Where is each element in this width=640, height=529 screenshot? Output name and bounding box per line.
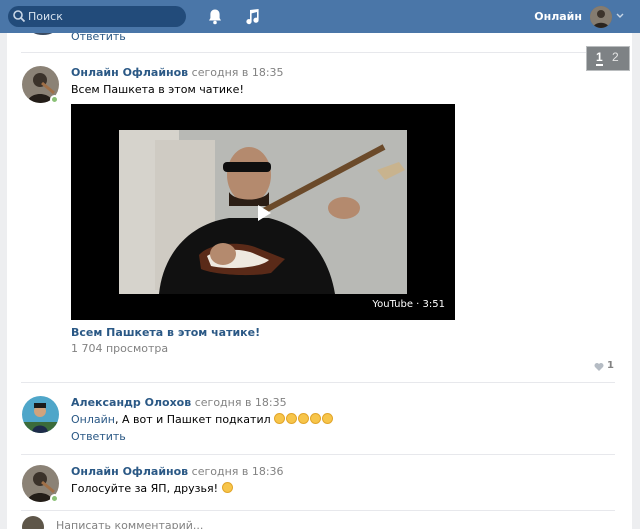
comment-composer <box>21 512 615 529</box>
page-2-button[interactable]: 2 <box>612 50 619 64</box>
avatar <box>590 6 612 28</box>
page-switcher: 1 2 <box>586 46 630 71</box>
user-menu[interactable]: Онлайн <box>534 0 638 33</box>
comment-time[interactable]: сегодня в 18:35 <box>192 66 284 79</box>
emoji-icon <box>310 413 322 424</box>
page-1-button[interactable]: 1 <box>596 50 603 66</box>
online-indicator <box>50 95 59 104</box>
search-input[interactable] <box>28 6 178 27</box>
like-count: 1 <box>607 360 614 371</box>
comment-text: Всем Пашкета в этом чатике! <box>71 83 244 96</box>
emoji-icon <box>322 413 334 424</box>
emoji-icon <box>286 413 298 424</box>
avatar[interactable] <box>22 396 59 433</box>
divider <box>21 382 615 383</box>
reply-link[interactable]: Ответить <box>71 430 126 443</box>
like-button[interactable]: 1 <box>594 360 624 374</box>
mention-link[interactable]: Онлайн <box>71 413 115 426</box>
divider <box>21 52 615 53</box>
video-caption: YouTube · 3:51 <box>372 299 445 310</box>
comment-author[interactable]: Александр Олохов <box>71 396 191 409</box>
user-name: Онлайн <box>534 10 582 23</box>
comment-time[interactable]: сегодня в 18:35 <box>195 396 287 409</box>
search-box[interactable] <box>8 6 186 27</box>
comment-body: , А вот и Пашкет подкатил <box>114 413 275 426</box>
divider <box>21 510 615 511</box>
avatar <box>22 516 44 529</box>
search-icon <box>13 10 26 23</box>
heart-icon <box>594 363 604 371</box>
emoji-icon <box>274 413 286 424</box>
comment-author[interactable]: Онлайн Офлайнов <box>71 66 188 79</box>
video-title[interactable]: Всем Пашкета в этом чатике! <box>71 326 260 339</box>
avatar <box>28 33 58 35</box>
play-icon[interactable] <box>256 204 272 222</box>
video-views: 1 704 просмотра <box>71 342 169 355</box>
comment-text: Онлайн, А вот и Пашкет подкатил <box>71 413 334 426</box>
comment-input[interactable] <box>56 518 456 529</box>
emoji-icon <box>221 482 233 493</box>
comment-author[interactable]: Онлайн Офлайнов <box>71 465 188 478</box>
emoji-icon <box>298 413 310 424</box>
online-indicator <box>50 494 59 503</box>
reply-link[interactable]: Ответить <box>71 33 126 43</box>
comment-text: Голосуйте за ЯП, друзья! <box>71 482 234 495</box>
top-bar: Онлайн <box>0 0 640 33</box>
comment-time[interactable]: сегодня в 18:36 <box>192 465 284 478</box>
chevron-down-icon <box>616 13 624 18</box>
comments-feed: Ответить Онлайн Офлайнов сегодня в 18:35… <box>7 33 632 529</box>
comment-body: Голосуйте за ЯП, друзья! <box>71 482 222 495</box>
divider <box>21 454 615 455</box>
music-icon[interactable] <box>244 8 260 25</box>
video-player[interactable]: YouTube · 3:51 <box>71 104 455 320</box>
bell-icon[interactable] <box>207 8 223 25</box>
